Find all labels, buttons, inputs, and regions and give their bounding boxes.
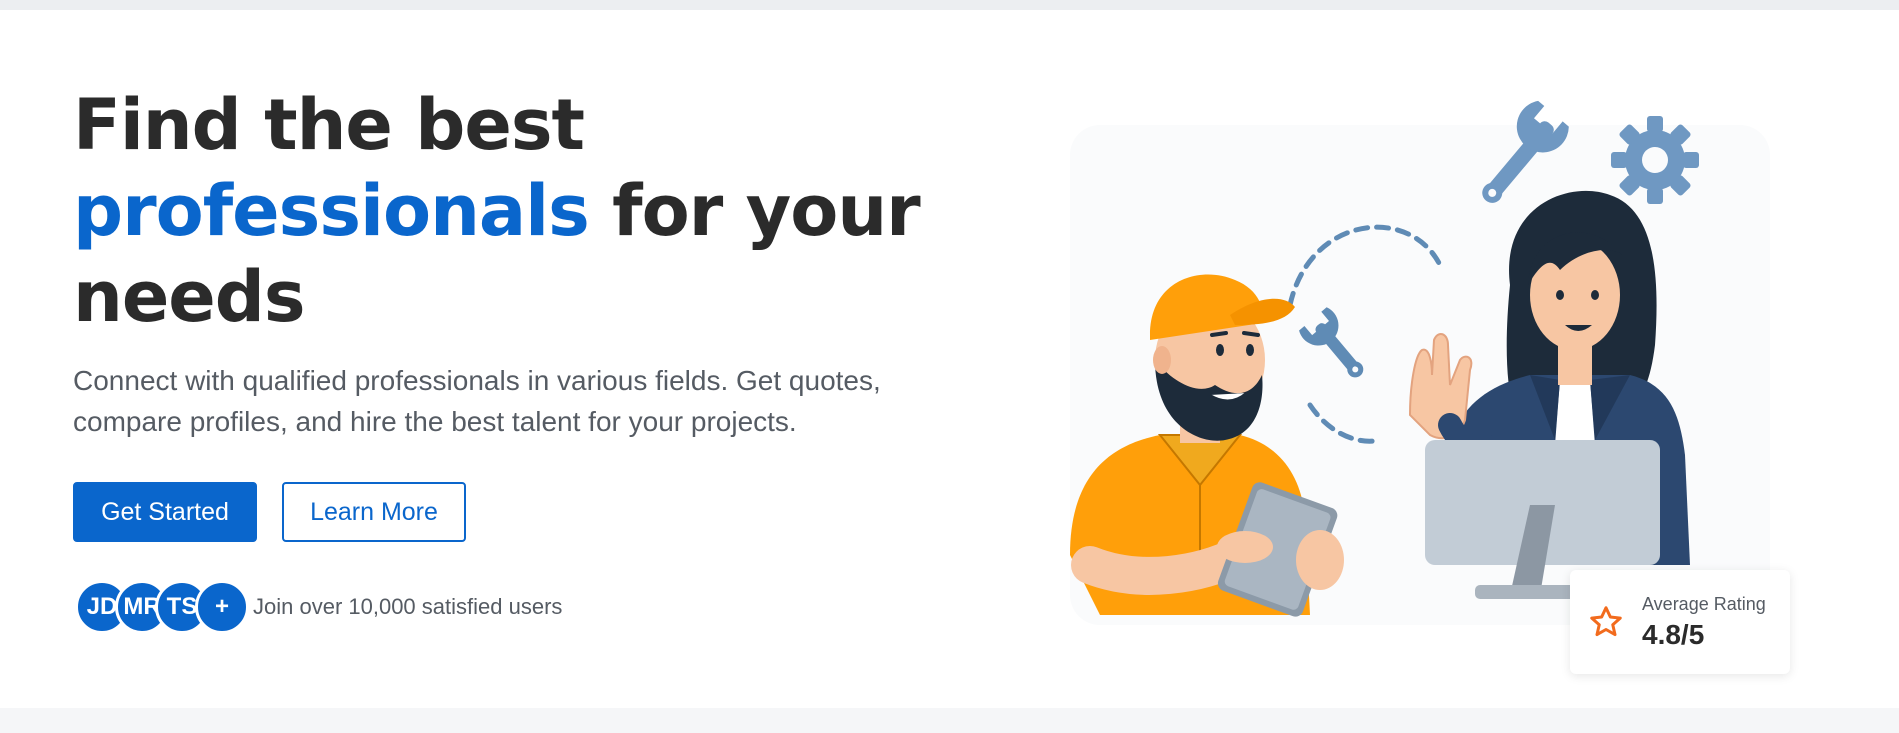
learn-more-button[interactable]: Learn More: [282, 482, 466, 542]
star-icon: [1590, 606, 1622, 637]
bottom-band: [0, 708, 1899, 733]
avatar-stack: JD MR TS +: [75, 580, 249, 634]
social-proof: JD MR TS + Join over 10,000 satisfied us…: [75, 580, 562, 634]
rating-card: Average Rating 4.8/5: [1570, 570, 1790, 674]
rating-label: Average Rating: [1642, 593, 1766, 614]
hero-title: Find the best professionals for your nee…: [73, 82, 973, 340]
hero-title-part1: Find the best: [73, 84, 585, 166]
hero-subtitle: Connect with qualified professionals in …: [73, 365, 881, 437]
rating-text: Average Rating 4.8/5: [1642, 594, 1766, 651]
get-started-button[interactable]: Get Started: [73, 482, 257, 542]
gear-icon: [1611, 116, 1699, 204]
top-border: [0, 0, 1899, 10]
cta-row: Get Started Learn More: [73, 482, 466, 542]
social-proof-text: Join over 10,000 satisfied users: [253, 594, 563, 619]
hero-title-accent: professionals: [73, 170, 590, 252]
hero-copy: Find the best professionals for your nee…: [73, 82, 973, 442]
avatar-more: +: [195, 580, 249, 634]
rating-value: 4.8/5: [1642, 618, 1705, 650]
